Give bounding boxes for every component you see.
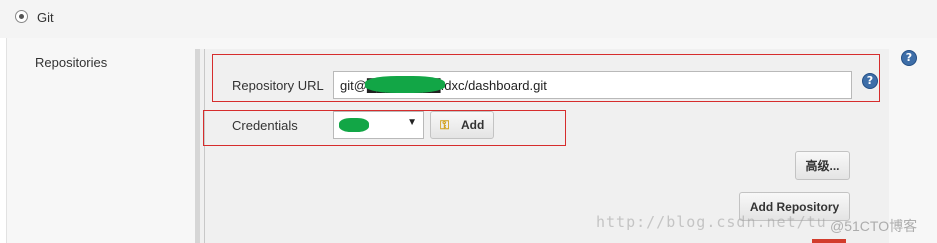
chevron-down-icon: ▼ — [407, 117, 417, 128]
key-icon: ⚿ — [440, 118, 450, 132]
credentials-label: Credentials — [232, 118, 298, 133]
corner-mark — [812, 239, 846, 243]
add-credentials-button[interactable]: ⚿ Add — [430, 111, 494, 139]
redaction-scribble — [365, 76, 445, 93]
repositories-label: Repositories — [35, 55, 108, 70]
add-repository-button[interactable]: Add Repository — [739, 192, 850, 221]
repositories-help-icon[interactable]: ? — [901, 50, 917, 66]
repository-url-label: Repository URL — [232, 78, 324, 93]
scm-option-row: Git — [0, 0, 937, 38]
redaction-scribble — [339, 118, 369, 132]
radio-selected-icon[interactable] — [15, 10, 28, 23]
git-option-label[interactable]: Git — [37, 10, 54, 25]
add-button-label: Add — [461, 118, 485, 132]
advanced-button[interactable]: 高级... — [795, 151, 850, 180]
repository-url-help-icon[interactable]: ? — [862, 73, 878, 89]
